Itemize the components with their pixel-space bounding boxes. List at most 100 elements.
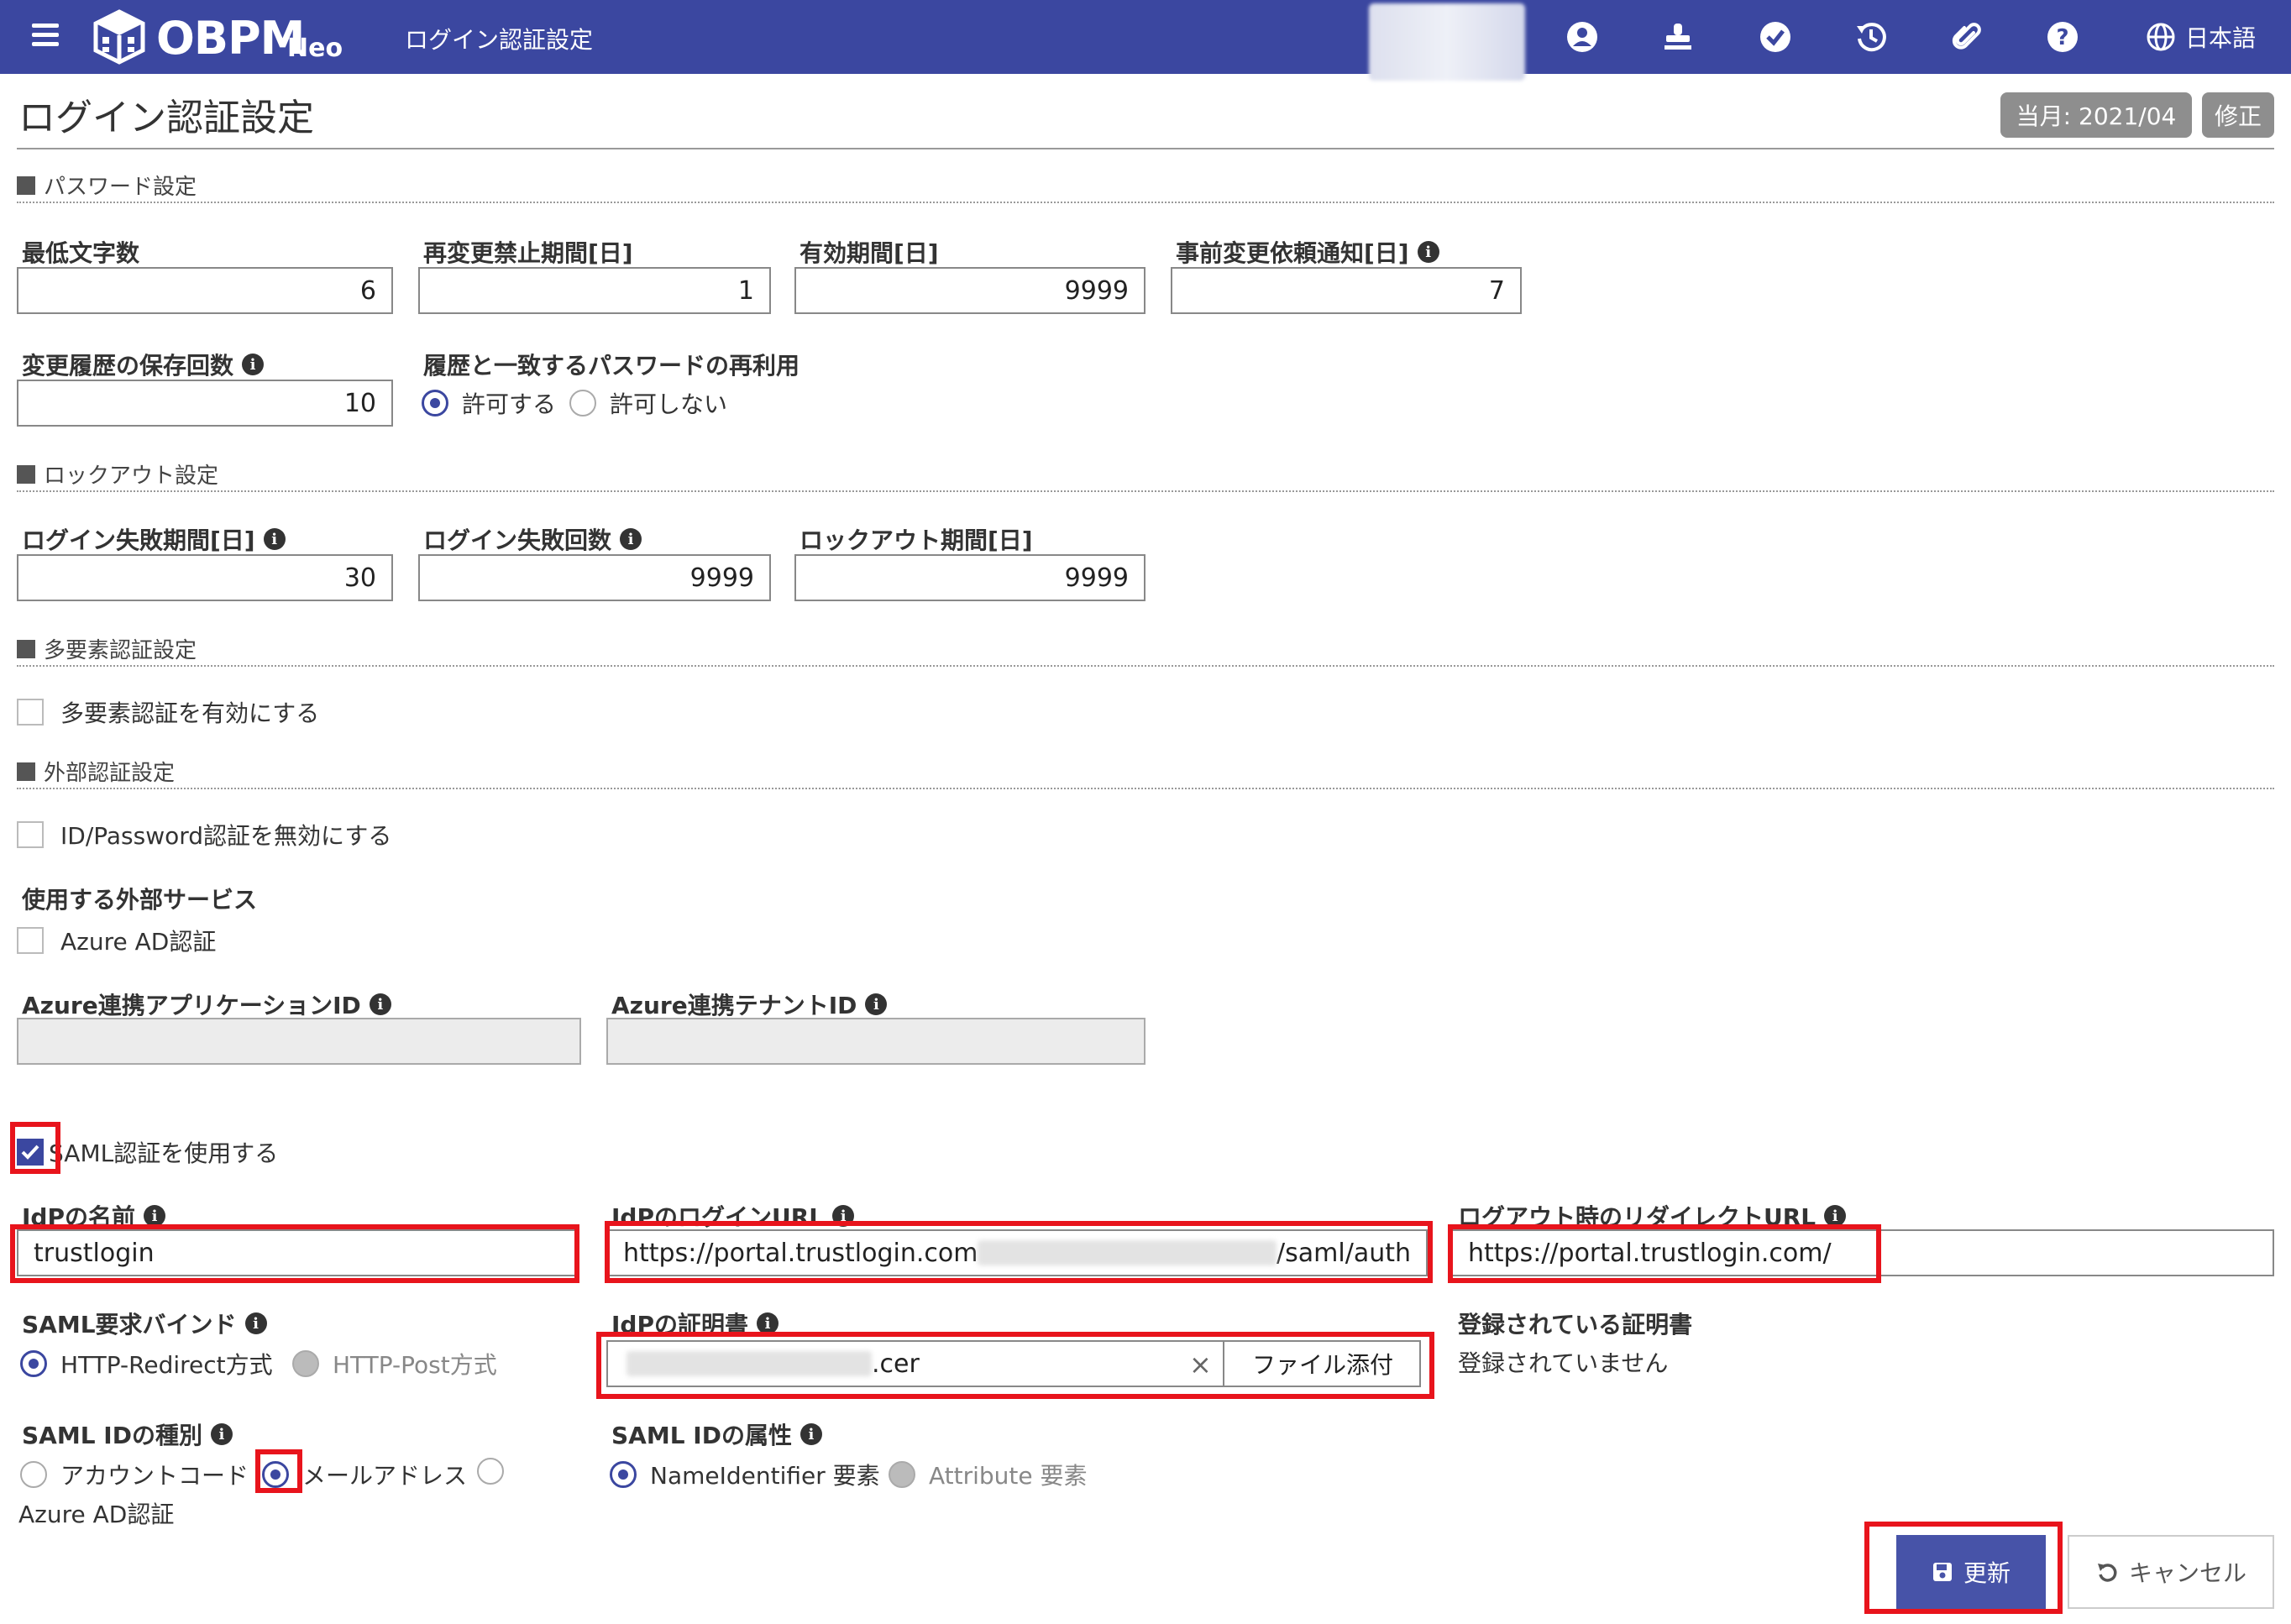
bind-redirect-radio[interactable]: HTTP-Redirect方式 — [20, 1347, 273, 1380]
saml-enable-checkbox[interactable]: SAML認証を使用する — [17, 1135, 278, 1169]
fail-period-label: ログイン失敗期間[日] i — [22, 522, 286, 556]
min-length-input[interactable]: 6 — [17, 267, 393, 314]
logout-redirect-url-input[interactable]: https://portal.trustlogin.com/ — [1451, 1229, 2274, 1276]
info-icon[interactable]: i — [620, 528, 642, 550]
idp-login-url-label: IdPのログインURL i — [611, 1199, 855, 1233]
section-divider — [17, 665, 2274, 667]
lockout-period-label: ロックアウト期間[日] — [799, 526, 1033, 554]
edit-badge[interactable]: 修正 — [2202, 92, 2274, 138]
clear-file-icon[interactable]: × — [1189, 1349, 1212, 1380]
info-icon[interactable]: i — [1417, 241, 1439, 263]
info-icon[interactable]: i — [242, 354, 265, 375]
cancel-button[interactable]: キャンセル — [2068, 1535, 2274, 1609]
azure-tenant-id-input — [606, 1018, 1146, 1065]
azure-ad-checkbox[interactable]: Azure AD認証 — [17, 924, 216, 957]
lockout-period-input[interactable]: 9999 — [794, 554, 1146, 601]
change-notice-input[interactable]: 7 — [1171, 267, 1522, 314]
section-divider — [17, 202, 2274, 203]
fail-period-input[interactable]: 30 — [17, 554, 393, 601]
certificate-filename: .cer — [872, 1349, 920, 1379]
period-badge: 当月: 2021/04 — [2000, 92, 2192, 138]
external-services-label: 使用する外部サービス — [22, 886, 258, 914]
history-count-input[interactable]: 10 — [17, 380, 393, 427]
idp-certificate-label: IdPの証明書 i — [611, 1307, 779, 1340]
info-icon[interactable]: i — [369, 993, 391, 1015]
checkmark-icon — [17, 1139, 44, 1166]
section-mfa: 多要素認証設定 — [17, 633, 197, 664]
reuse-deny-radio[interactable]: 許可しない — [569, 386, 727, 420]
file-attach-button[interactable]: ファイル添付 — [1223, 1342, 1419, 1386]
logout-redirect-url-label: ログアウト時のリダイレクトURL i — [1458, 1199, 1847, 1233]
info-icon[interactable]: i — [756, 1312, 779, 1334]
language-label: 日本語 — [2185, 24, 2257, 52]
idtype-account-radio[interactable]: アカウントコード — [20, 1458, 249, 1491]
idp-certificate-file[interactable]: .cer × ファイル添付 — [606, 1340, 1421, 1387]
user-profile-icon[interactable] — [1564, 18, 1601, 55]
history-count-label: 変更履歴の保存回数 i — [22, 348, 265, 381]
info-icon[interactable]: i — [210, 1423, 233, 1445]
reuse-allow-radio[interactable]: 許可する — [422, 386, 556, 420]
section-password: パスワード設定 — [17, 170, 197, 201]
registered-cert-label: 登録されている証明書 — [1458, 1311, 1693, 1338]
info-icon[interactable]: i — [865, 993, 888, 1015]
idp-login-url-input[interactable]: https://portal.trustlogin.com/saml/auth — [606, 1229, 1428, 1276]
password-reuse-label: 履歴と一致するパスワードの再利用 — [423, 352, 800, 380]
idtype-mail-radio[interactable]: メールアドレス — [262, 1458, 467, 1491]
undo-icon — [2097, 1564, 2117, 1582]
approval-check-icon[interactable] — [1757, 18, 1794, 55]
app-logo-suffix: Neo — [287, 34, 343, 63]
saml-id-attr-label: SAML IDの属性 i — [611, 1417, 822, 1451]
min-length-label: 最低文字数 — [22, 239, 140, 267]
no-change-period-input[interactable]: 1 — [418, 267, 771, 314]
help-icon[interactable]: ? — [2044, 18, 2081, 55]
page-title: ログイン認証設定 — [18, 97, 314, 139]
saml-bind-label: SAML要求バインド i — [22, 1307, 267, 1340]
idtype-azure-label: Azure AD認証 — [18, 1501, 175, 1528]
stamp-icon[interactable] — [1659, 18, 1696, 55]
section-external-label: 外部認証設定 — [44, 761, 176, 786]
history-icon[interactable] — [1853, 18, 1890, 55]
info-icon[interactable]: i — [244, 1312, 267, 1334]
azure-tenant-id-label: Azure連携テナントID i — [611, 987, 888, 1021]
section-lockout-label: ロックアウト設定 — [44, 464, 219, 489]
azure-app-id-label: Azure連携アプリケーションID i — [22, 987, 391, 1021]
azure-app-id-input — [17, 1018, 581, 1065]
save-icon — [1932, 1563, 1952, 1581]
valid-period-label: 有効期間[日] — [799, 239, 939, 267]
idtype-azure-radio[interactable] — [477, 1458, 504, 1485]
fail-count-input[interactable]: 9999 — [418, 554, 771, 601]
bind-post-radio[interactable]: HTTP-Post方式 — [292, 1347, 497, 1380]
info-icon[interactable]: i — [143, 1205, 165, 1227]
info-icon[interactable]: i — [263, 528, 286, 550]
idp-name-input[interactable]: trustlogin — [17, 1229, 576, 1276]
title-divider — [17, 148, 2274, 149]
section-mfa-label: 多要素認証設定 — [44, 638, 197, 663]
disable-idpw-checkbox[interactable]: ID/Password認証を無効にする — [17, 818, 391, 851]
mfa-enable-checkbox[interactable]: 多要素認証を有効にする — [17, 695, 319, 729]
hamburger-menu-icon[interactable] — [29, 18, 62, 52]
section-password-label: パスワード設定 — [44, 175, 197, 200]
user-info-blurred[interactable] — [1369, 3, 1525, 81]
registered-cert-value: 登録されていません — [1458, 1349, 1669, 1377]
fail-count-label: ログイン失敗回数 i — [423, 522, 642, 556]
info-icon[interactable]: i — [799, 1423, 822, 1445]
top-navigation-bar: OBPM Neo ログイン認証設定 ? 日本語 — [0, 0, 2291, 81]
saml-id-type-label: SAML IDの種別 i — [22, 1417, 233, 1451]
language-selector[interactable]: 日本語 — [2147, 20, 2256, 54]
info-icon[interactable]: i — [1824, 1205, 1847, 1227]
globe-icon — [2147, 23, 2175, 51]
info-icon[interactable]: i — [832, 1205, 855, 1227]
change-notice-label: 事前変更依頼通知[日] i — [1176, 235, 1439, 269]
valid-period-input[interactable]: 9999 — [794, 267, 1146, 314]
screen-title: ログイン認証設定 — [405, 26, 594, 54]
attr-attribute-radio[interactable]: Attribute 要素 — [889, 1458, 1088, 1491]
section-divider — [17, 490, 2274, 492]
attr-nameid-radio[interactable]: NameIdentifier 要素 — [610, 1458, 880, 1491]
section-lockout: ロックアウト設定 — [17, 458, 218, 490]
no-change-period-label: 再変更禁止期間[日] — [423, 239, 633, 267]
section-external: 外部認証設定 — [17, 756, 175, 787]
attachment-icon[interactable] — [1948, 18, 1985, 55]
svg-text:?: ? — [2056, 25, 2068, 50]
section-divider — [17, 788, 2274, 789]
update-button[interactable]: 更新 — [1896, 1535, 2046, 1609]
